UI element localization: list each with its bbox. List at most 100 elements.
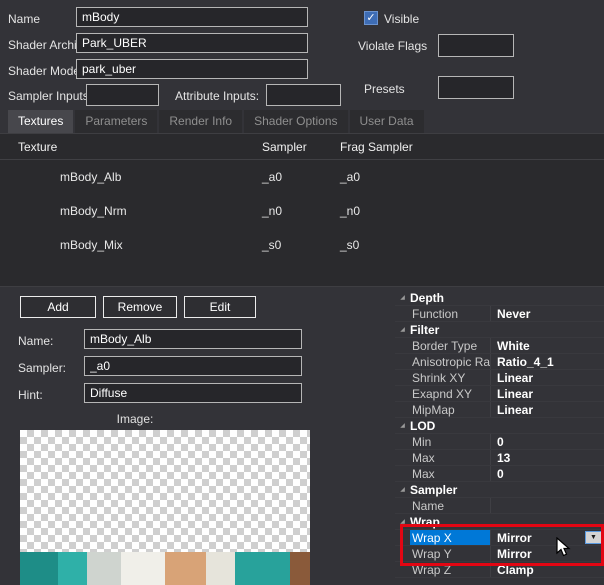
cell-sampler: _a0 xyxy=(262,170,283,184)
pg-row-label: Shrink XY xyxy=(412,370,466,385)
texture-preview-segment xyxy=(234,552,290,585)
tab-render-info[interactable]: Render Info xyxy=(159,110,243,133)
shader-model-input[interactable] xyxy=(76,59,308,79)
wrap-x-value: Mirror xyxy=(497,530,532,545)
detail-name-input[interactable] xyxy=(84,329,302,349)
texture-table: Texture Sampler Frag Sampler mBody_Alb _… xyxy=(0,133,604,287)
category-marker-icon: ◢ xyxy=(400,519,405,525)
pg-row-wrap-x[interactable]: Wrap X Mirror ▼ xyxy=(395,530,604,546)
attribute-inputs-label: Attribute Inputs: xyxy=(175,89,260,103)
pg-category-label: Sampler xyxy=(410,482,458,497)
pg-row-expand-xy[interactable]: Exapnd XY Linear xyxy=(395,386,604,402)
visible-label: Visible xyxy=(384,12,420,26)
tab-textures[interactable]: Textures xyxy=(8,110,74,133)
pg-row-lod-min[interactable]: Min 0 xyxy=(395,434,604,450)
pg-row-lod-max2[interactable]: Max 0 xyxy=(395,466,604,482)
tab-strip: Textures Parameters Render Info Shader O… xyxy=(8,110,426,133)
violate-flags-label: Violate Flags xyxy=(358,39,428,53)
pg-row-value: 0 xyxy=(490,434,604,449)
pg-row-label: Name xyxy=(412,498,445,513)
pg-row-value: Ratio_4_1 xyxy=(490,354,604,369)
name-label: Name xyxy=(8,12,41,26)
pg-row-mipmap[interactable]: MipMap Linear xyxy=(395,402,604,418)
cell-sampler: _s0 xyxy=(262,238,282,252)
pg-row-label: Anisotropic Ra xyxy=(412,354,490,369)
pg-row-wrap-y[interactable]: Wrap Y Mirror xyxy=(395,546,604,562)
dropdown-button[interactable]: ▼ xyxy=(585,531,602,544)
pg-row-sampler-name[interactable]: Name xyxy=(395,498,604,514)
column-header-sampler[interactable]: Sampler xyxy=(262,140,307,154)
name-input[interactable] xyxy=(76,7,308,27)
pg-category-lod[interactable]: ◢ LOD xyxy=(395,418,604,434)
texture-preview-segment xyxy=(20,552,58,585)
pg-row-value: Linear xyxy=(490,370,604,385)
tab-user-data[interactable]: User Data xyxy=(349,110,424,133)
category-marker-icon: ◢ xyxy=(400,327,405,333)
texture-preview-segment xyxy=(205,552,235,585)
pg-row-value xyxy=(490,498,604,513)
pg-row-anisotropic-ratio[interactable]: Anisotropic Ra Ratio_4_1 xyxy=(395,354,604,370)
pg-row-value: Clamp xyxy=(490,562,604,577)
table-row[interactable]: mBody_Mix _s0 _s0 xyxy=(0,228,604,262)
detail-sampler-input[interactable] xyxy=(84,356,302,376)
image-label: Image: xyxy=(116,412,154,426)
pg-row-shrink-xy[interactable]: Shrink XY Linear xyxy=(395,370,604,386)
visible-checkbox[interactable]: ✓ xyxy=(364,11,378,25)
pg-row-value: White xyxy=(490,338,604,353)
pg-row-value: 13 xyxy=(490,450,604,465)
pg-row-label: Wrap Z xyxy=(412,562,452,577)
detail-sampler-label: Sampler: xyxy=(18,361,67,375)
pg-row-value: Never xyxy=(490,306,604,321)
detail-hint-input[interactable] xyxy=(84,383,302,403)
sampler-inputs-input[interactable] xyxy=(86,84,159,106)
pg-row-wrap-z[interactable]: Wrap Z Clamp xyxy=(395,562,604,578)
material-editor-panel: Name ✓ Visible Shader Archive Violate Fl… xyxy=(0,0,604,585)
cell-frag-sampler: _n0 xyxy=(340,204,361,218)
attribute-inputs-input[interactable] xyxy=(266,84,341,106)
pg-row-border-type[interactable]: Border Type White xyxy=(395,338,604,354)
detail-hint-label: Hint: xyxy=(18,388,43,402)
pg-category-filter[interactable]: ◢ Filter xyxy=(395,322,604,338)
pg-category-label: Filter xyxy=(410,322,440,337)
check-icon: ✓ xyxy=(366,12,376,24)
shader-archive-input[interactable] xyxy=(76,33,308,53)
texture-preview-content xyxy=(20,552,310,585)
pg-category-label: Depth xyxy=(410,290,444,305)
cell-texture: mBody_Alb xyxy=(60,170,122,184)
pg-row-function[interactable]: Function Never xyxy=(395,306,604,322)
pg-row-value: Linear xyxy=(490,402,604,417)
tab-parameters[interactable]: Parameters xyxy=(75,110,158,133)
pg-row-lod-max[interactable]: Max 13 xyxy=(395,450,604,466)
column-header-frag-sampler[interactable]: Frag Sampler xyxy=(340,140,413,154)
edit-button[interactable]: Edit xyxy=(184,296,256,318)
violate-flags-input[interactable] xyxy=(438,34,514,57)
texture-image-preview xyxy=(20,430,310,585)
table-row[interactable]: mBody_Alb _a0 _a0 xyxy=(0,160,604,194)
pg-row-value: Linear xyxy=(490,386,604,401)
category-marker-icon: ◢ xyxy=(400,487,405,493)
pg-row-label: Border Type xyxy=(412,338,478,353)
sampler-inputs-label: Sampler Inputs: xyxy=(8,89,93,103)
column-header-texture[interactable]: Texture xyxy=(18,140,57,154)
texture-preview-segment xyxy=(57,552,87,585)
sampler-property-grid: ◢ Depth Function Never ◢ Filter Border T… xyxy=(395,290,604,585)
pg-row-value: Mirror ▼ xyxy=(490,530,604,545)
cell-texture: mBody_Mix xyxy=(60,238,123,252)
cell-frag-sampler: _a0 xyxy=(340,170,361,184)
pg-row-label: Wrap X xyxy=(410,530,490,545)
pg-category-sampler[interactable]: ◢ Sampler xyxy=(395,482,604,498)
pg-category-wrap[interactable]: ◢ Wrap xyxy=(395,514,604,530)
pg-category-label: LOD xyxy=(410,418,436,433)
presets-input[interactable] xyxy=(438,76,514,99)
cell-texture: mBody_Nrm xyxy=(60,204,127,218)
cell-sampler: _n0 xyxy=(262,204,283,218)
pg-category-depth[interactable]: ◢ Depth xyxy=(395,290,604,306)
tab-shader-options[interactable]: Shader Options xyxy=(244,110,348,133)
remove-button[interactable]: Remove xyxy=(103,296,177,318)
pg-row-label: Max xyxy=(412,466,435,481)
detail-name-label: Name: xyxy=(18,334,54,348)
texture-preview-segment xyxy=(289,552,310,585)
category-marker-icon: ◢ xyxy=(400,295,405,301)
table-row[interactable]: mBody_Nrm _n0 _n0 xyxy=(0,194,604,228)
add-button[interactable]: Add xyxy=(20,296,96,318)
